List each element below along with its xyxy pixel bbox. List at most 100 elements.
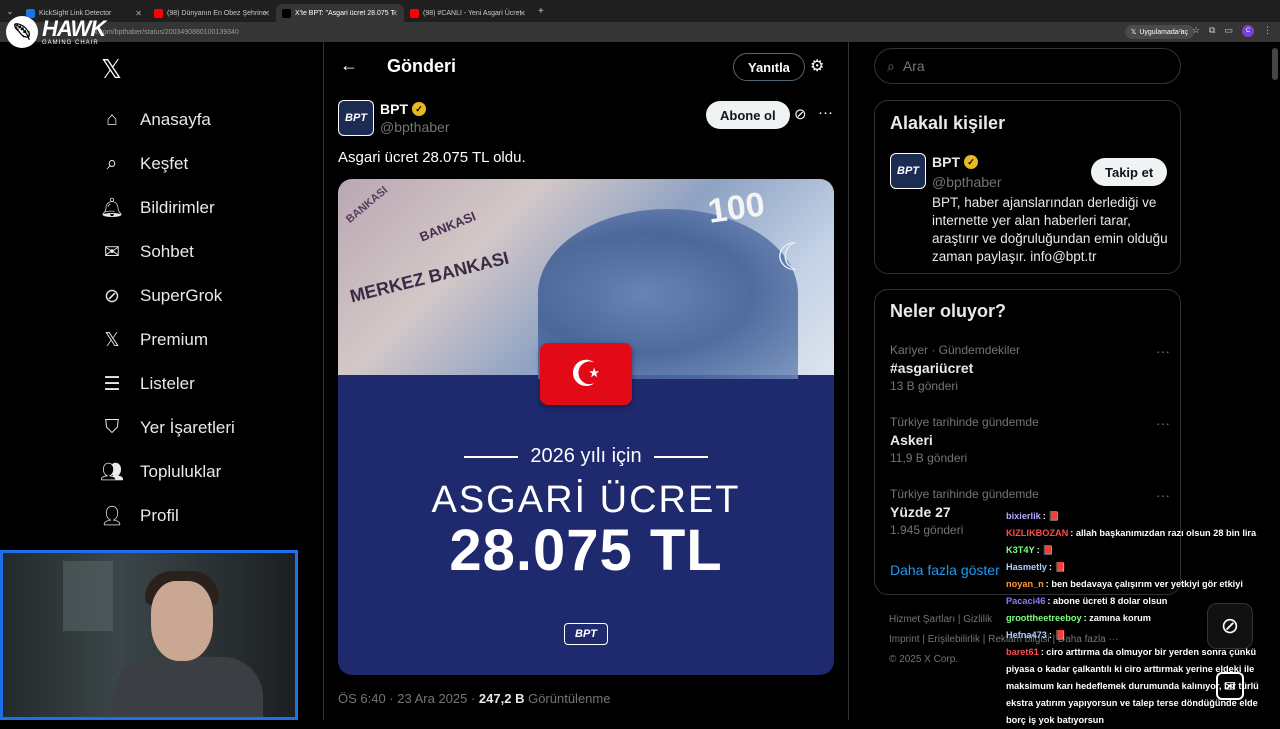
author-name-row[interactable]: BPT ✓ bbox=[380, 101, 426, 117]
url-text[interactable]: x.com/bpthaber/status/200349088010013934… bbox=[94, 29, 239, 36]
tab-label: X'te BPT: "Asgari ücret 28.075 T bbox=[295, 9, 395, 17]
post-meta: ÖS 6:40 · 23 Ara 2025 · 247,2 B Görüntül… bbox=[338, 691, 610, 706]
chat-username[interactable]: KIZLIKBOZAN bbox=[1006, 528, 1068, 538]
hawk-logo-icon: 🪶︎ bbox=[6, 16, 38, 48]
settings-sliders-icon[interactable]: ⚙ bbox=[810, 56, 824, 76]
bell-icon: 🔔︎ bbox=[100, 198, 125, 219]
close-tab-icon[interactable]: ✕ bbox=[263, 9, 270, 18]
chat-username[interactable]: K3T4Y bbox=[1006, 545, 1035, 555]
menu-icon[interactable]: ⋮ bbox=[1263, 25, 1272, 37]
new-tab-button[interactable]: + bbox=[538, 6, 544, 17]
grok-float-icon[interactable]: ⊘ bbox=[1207, 603, 1253, 649]
image-amount: 28.075 TL bbox=[449, 518, 723, 583]
trend-context: Türkiye tarihinde gündemde bbox=[890, 415, 1039, 429]
stream-overlay-logo: 🪶︎ HAWK GAMING CHAIR bbox=[6, 16, 106, 48]
chat-username[interactable]: Pacaci46 bbox=[1006, 596, 1045, 606]
author-avatar[interactable]: BPT bbox=[338, 100, 374, 136]
related-avatar[interactable]: BPT bbox=[890, 153, 926, 189]
main-column: ← Gönderi Yanıtla ⚙ BPT BPT ✓ @bpthaber A… bbox=[324, 42, 848, 720]
close-tab-icon[interactable]: ✕ bbox=[135, 9, 142, 18]
sidebar-item-label: Premium bbox=[140, 330, 209, 349]
chat-username[interactable]: Hasmetly bbox=[1006, 562, 1047, 572]
search-input[interactable]: ⌕ Ara bbox=[874, 48, 1181, 84]
star-icon[interactable]: ☆ bbox=[1192, 25, 1200, 37]
related-name-row[interactable]: BPT ✓ bbox=[932, 154, 978, 170]
home-icon: ⌂ bbox=[106, 109, 118, 130]
related-handle[interactable]: @bpthaber bbox=[932, 174, 1001, 190]
post-timestamp[interactable]: ÖS 6:40 · 23 Ara 2025 · bbox=[338, 691, 479, 706]
more-options-icon[interactable]: ··· bbox=[1156, 487, 1170, 503]
chat-text: : 📕 bbox=[1048, 630, 1066, 640]
follow-button[interactable]: Takip et bbox=[1091, 158, 1168, 186]
browser-tab[interactable]: X'te BPT: "Asgari ücret 28.075 T ✕ bbox=[276, 4, 404, 22]
extensions-icon[interactable]: ⧉ bbox=[1209, 25, 1215, 37]
sidebar-item-3[interactable]: 🔔︎ Bildirimler bbox=[100, 186, 235, 230]
sidebar-icon[interactable]: ▭ bbox=[1224, 25, 1233, 37]
chat-username[interactable]: baret61 bbox=[1006, 647, 1039, 657]
browser-tab[interactable]: (98) #CANLI - Yeni Asgari Ücret ✕ bbox=[404, 4, 532, 22]
sidebar-item-7[interactable]: ☰ Listeler bbox=[100, 362, 235, 406]
chat-message: Hasmetly: 📕 bbox=[1006, 559, 1278, 576]
browser-tab[interactable]: (98) Dünyanın En Obez Şehrine ✕ bbox=[148, 4, 276, 22]
trends-title: Neler oluyor? bbox=[890, 301, 1007, 321]
sidebar-item-6[interactable]: 𝕏 Premium bbox=[100, 318, 235, 362]
image-logo: BPT bbox=[564, 623, 608, 645]
chat-text: : abone ücreti 8 dolar olsun bbox=[1047, 596, 1168, 606]
people-icon: 👥︎ bbox=[100, 462, 125, 483]
year-text: 2026 yılı için bbox=[530, 445, 642, 467]
reply-button[interactable]: Yanıtla bbox=[733, 53, 805, 81]
image-headline: ASGARİ ÜCRET bbox=[431, 479, 741, 521]
close-tab-icon[interactable]: ✕ bbox=[391, 9, 398, 18]
overlay-logo-title: HAWK bbox=[42, 16, 106, 41]
sidebar-item-10[interactable]: 👤︎ Profil bbox=[100, 494, 235, 538]
post-image[interactable]: BANKASI BANKASI MERKEZ BANKASI 100 ☾ ☪ 2… bbox=[338, 179, 834, 675]
sidebar-item-8[interactable]: ⛉ Yer İşaretleri bbox=[100, 406, 235, 450]
favicon-icon bbox=[154, 8, 163, 18]
webcam-overlay bbox=[0, 550, 298, 720]
author-handle[interactable]: @bpthaber bbox=[380, 119, 449, 135]
zoom-icon[interactable]: ⌕ bbox=[1178, 25, 1183, 37]
messages-icon[interactable]: ✉ bbox=[1216, 672, 1244, 700]
show-more-link[interactable]: Daha fazla göster bbox=[890, 562, 1000, 578]
verified-badge-icon: ✓ bbox=[412, 102, 426, 116]
chat-username[interactable]: Hefna473 bbox=[1006, 630, 1047, 640]
subscribe-button[interactable]: Abone ol bbox=[706, 101, 790, 129]
banknote-text: BANKASI bbox=[417, 208, 478, 245]
address-bar: x.com/bpthaber/status/200349088010013934… bbox=[0, 22, 1280, 42]
page-title: Gönderi bbox=[387, 56, 457, 76]
chat-username[interactable]: noyan_n bbox=[1006, 579, 1044, 589]
grok-icon[interactable]: ⊘ bbox=[794, 105, 807, 123]
post-text: Asgari ücret 28.075 TL oldu. bbox=[338, 149, 526, 166]
chat-username[interactable]: groottheetreeboy bbox=[1006, 613, 1082, 623]
year-line: 2026 yılı için bbox=[338, 445, 834, 468]
more-options-icon[interactable]: ··· bbox=[818, 104, 833, 121]
more-options-icon[interactable]: ··· bbox=[1156, 343, 1170, 359]
scrollbar[interactable] bbox=[1272, 48, 1278, 80]
back-arrow-icon[interactable]: ← bbox=[340, 55, 358, 76]
trend-context: Kariyer · Gündemdekiler bbox=[890, 343, 1021, 357]
sidebar-item-label: Anasayfa bbox=[140, 110, 211, 129]
sidebar-item-4[interactable]: ✉ Sohbet bbox=[100, 230, 235, 274]
chat-message: K3T4Y: 📕 bbox=[1006, 542, 1278, 559]
related-name[interactable]: BPT bbox=[932, 154, 960, 170]
x-logo-icon[interactable]: 𝕏 bbox=[101, 54, 122, 85]
favicon-icon bbox=[282, 8, 291, 18]
trend-item[interactable]: Kariyer · Gündemdekiler #asgariücret 13 B … bbox=[890, 343, 1170, 393]
close-tab-icon[interactable]: ✕ bbox=[519, 9, 526, 18]
profile-avatar[interactable]: C bbox=[1242, 25, 1254, 37]
sidebar-item-1[interactable]: ⌂ Anasayfa bbox=[100, 98, 235, 142]
author-name[interactable]: BPT bbox=[380, 101, 408, 117]
search-icon: ⌕ bbox=[106, 153, 118, 174]
sidebar-item-9[interactable]: 👥︎ Topluluklar bbox=[100, 450, 235, 494]
sidebar-item-5[interactable]: ⊘ SuperGrok bbox=[100, 274, 235, 318]
chat-text: : 📕 bbox=[1048, 562, 1066, 572]
trend-item[interactable]: Türkiye tarihinde gündemde Askeri 11,9 B g… bbox=[890, 415, 1170, 465]
chat-message: bixierlik: 📕 bbox=[1006, 508, 1278, 525]
tab-list-button[interactable]: ⌄ bbox=[0, 7, 20, 16]
verified-badge-icon: ✓ bbox=[964, 155, 978, 169]
more-options-icon[interactable]: ··· bbox=[1156, 415, 1170, 431]
sidebar-item-2[interactable]: ⌕ Keşfet bbox=[100, 142, 235, 186]
overlay-logo-subtitle: GAMING CHAIR bbox=[42, 40, 99, 46]
chat-username[interactable]: bixierlik bbox=[1006, 511, 1041, 521]
mail-icon: ✉ bbox=[104, 241, 120, 263]
